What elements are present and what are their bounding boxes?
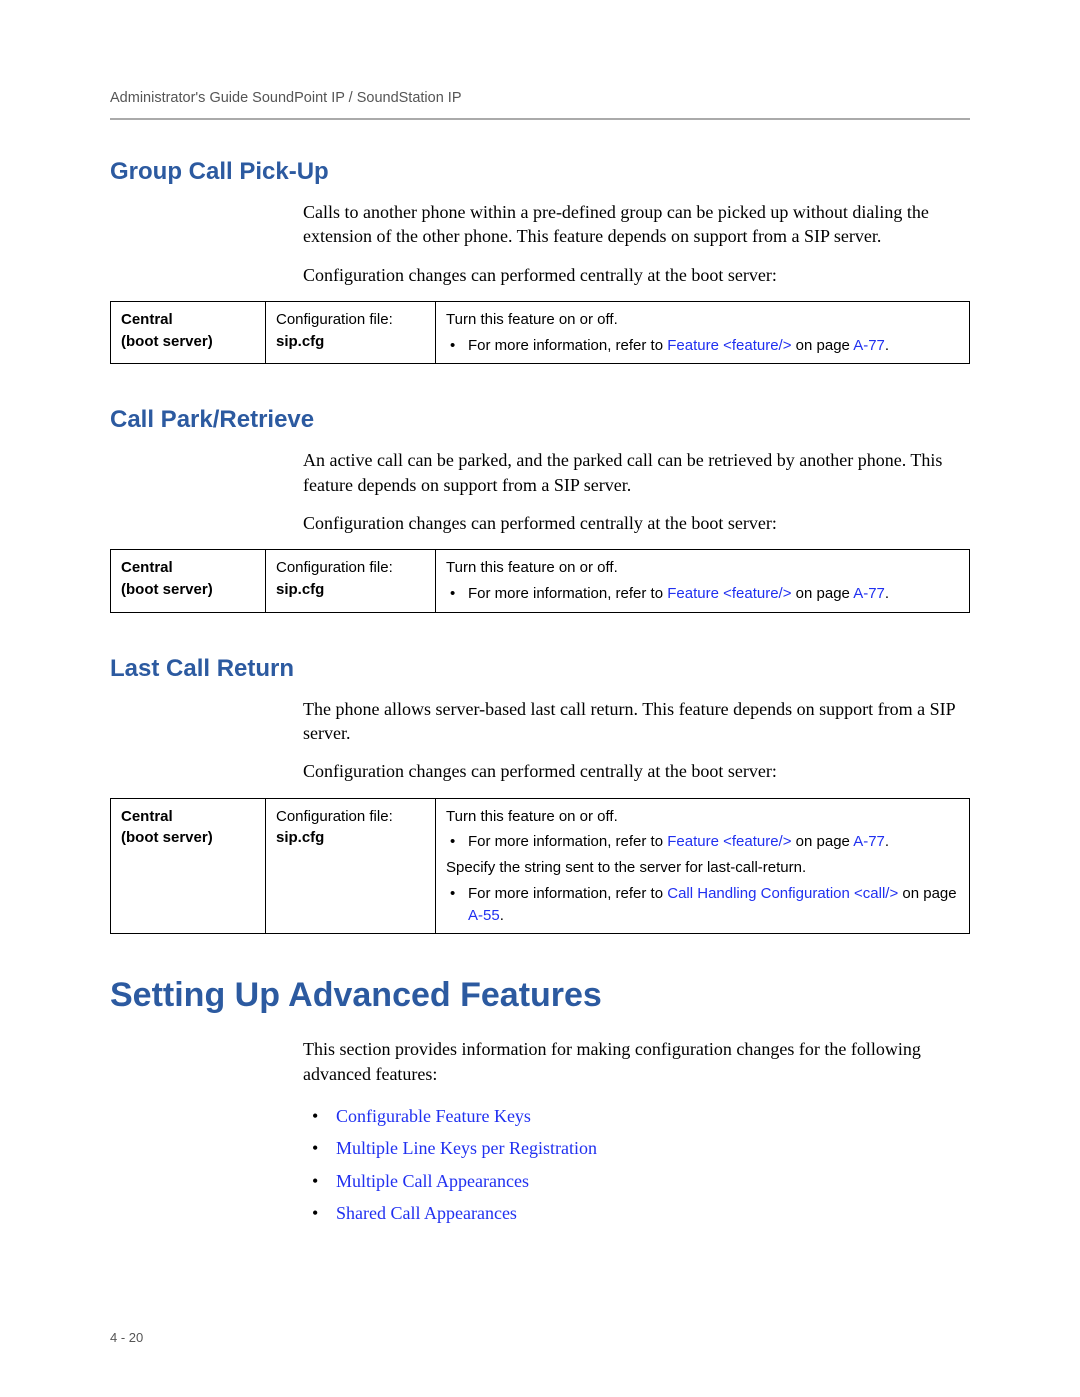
heading-group-call-pickup: Group Call Pick-Up (110, 158, 970, 186)
page-link[interactable]: A-77 (853, 337, 885, 354)
multiple-line-keys-link[interactable]: Multiple Line Keys per Registration (336, 1138, 597, 1158)
para-call-park-retrieve-1: An active call can be parked, and the pa… (303, 448, 970, 497)
cell-text: Central (121, 808, 173, 825)
table-last-call-return: Central (boot server) Configuration file… (110, 798, 970, 935)
cell-text: . (500, 907, 504, 924)
cell-text: (boot server) (121, 829, 213, 846)
cell-list-item: For more information, refer to Feature <… (468, 335, 959, 357)
cell-list-item: For more information, refer to Feature <… (468, 583, 959, 605)
cell-text: Turn this feature on or off. (446, 559, 618, 576)
heading-advanced-features: Setting Up Advanced Features (110, 976, 970, 1015)
cell-text: Configuration file: (276, 559, 393, 576)
cell-text: . (885, 833, 889, 850)
header-rule (110, 118, 970, 120)
para-last-call-return-1: The phone allows server-based last call … (303, 697, 970, 746)
para-group-call-pickup-2: Configuration changes can performed cent… (303, 263, 970, 287)
page-link[interactable]: A-55 (468, 907, 500, 924)
feature-link[interactable]: Feature <feature/> (667, 833, 791, 850)
table-cell: Central (boot server) (111, 798, 266, 934)
cell-text: on page (898, 885, 956, 902)
table-cell: Turn this feature on or off. For more in… (436, 798, 970, 934)
cell-text: (boot server) (121, 333, 213, 350)
table-cell: Turn this feature on or off. For more in… (436, 550, 970, 613)
table-cell: Configuration file: sip.cfg (266, 798, 436, 934)
cell-text: Configuration file: (276, 808, 393, 825)
table-group-call-pickup: Central (boot server) Configuration file… (110, 301, 970, 365)
configurable-feature-keys-link[interactable]: Configurable Feature Keys (336, 1106, 531, 1126)
cell-text: For more information, refer to (468, 833, 667, 850)
table-cell: Configuration file: sip.cfg (266, 550, 436, 613)
cell-text: sip.cfg (276, 333, 324, 350)
table-cell: Central (boot server) (111, 550, 266, 613)
cell-text: on page (791, 585, 853, 602)
table-call-park-retrieve: Central (boot server) Configuration file… (110, 549, 970, 613)
cell-text: sip.cfg (276, 829, 324, 846)
cell-text: Turn this feature on or off. (446, 808, 618, 825)
shared-call-appearances-link[interactable]: Shared Call Appearances (336, 1203, 517, 1223)
para-call-park-retrieve-2: Configuration changes can performed cent… (303, 511, 970, 535)
heading-call-park-retrieve: Call Park/Retrieve (110, 406, 970, 434)
cell-text: Turn this feature on or off. (446, 311, 618, 328)
cell-text: sip.cfg (276, 581, 324, 598)
cell-text: on page (791, 337, 853, 354)
para-last-call-return-2: Configuration changes can performed cent… (303, 759, 970, 783)
cell-list-item: For more information, refer to Call Hand… (468, 883, 959, 927)
cell-text: Central (121, 311, 173, 328)
cell-text: (boot server) (121, 581, 213, 598)
table-cell: Central (boot server) (111, 301, 266, 364)
cell-text: . (885, 337, 889, 354)
cell-text: on page (791, 833, 853, 850)
page-number: 4 - 20 (110, 1330, 143, 1345)
cell-text: Specify the string sent to the server fo… (446, 857, 959, 879)
para-group-call-pickup-1: Calls to another phone within a pre-defi… (303, 200, 970, 249)
cell-list-item: For more information, refer to Feature <… (468, 831, 959, 853)
heading-last-call-return: Last Call Return (110, 655, 970, 683)
running-header: Administrator's Guide SoundPoint IP / So… (110, 90, 970, 106)
call-handling-link[interactable]: Call Handling Configuration <call/> (667, 885, 898, 902)
para-advanced-features-1: This section provides information for ma… (303, 1037, 970, 1086)
table-cell: Configuration file: sip.cfg (266, 301, 436, 364)
cell-text: For more information, refer to (468, 885, 667, 902)
feature-link[interactable]: Feature <feature/> (667, 585, 791, 602)
feature-link[interactable]: Feature <feature/> (667, 337, 791, 354)
page-link[interactable]: A-77 (853, 833, 885, 850)
table-cell: Turn this feature on or off. For more in… (436, 301, 970, 364)
cell-text: Configuration file: (276, 311, 393, 328)
page-link[interactable]: A-77 (853, 585, 885, 602)
cell-text: Central (121, 559, 173, 576)
cell-text: For more information, refer to (468, 337, 667, 354)
multiple-call-appearances-link[interactable]: Multiple Call Appearances (336, 1171, 529, 1191)
cell-text: . (885, 585, 889, 602)
advanced-features-list: Configurable Feature Keys Multiple Line … (336, 1100, 970, 1230)
cell-text: For more information, refer to (468, 585, 667, 602)
